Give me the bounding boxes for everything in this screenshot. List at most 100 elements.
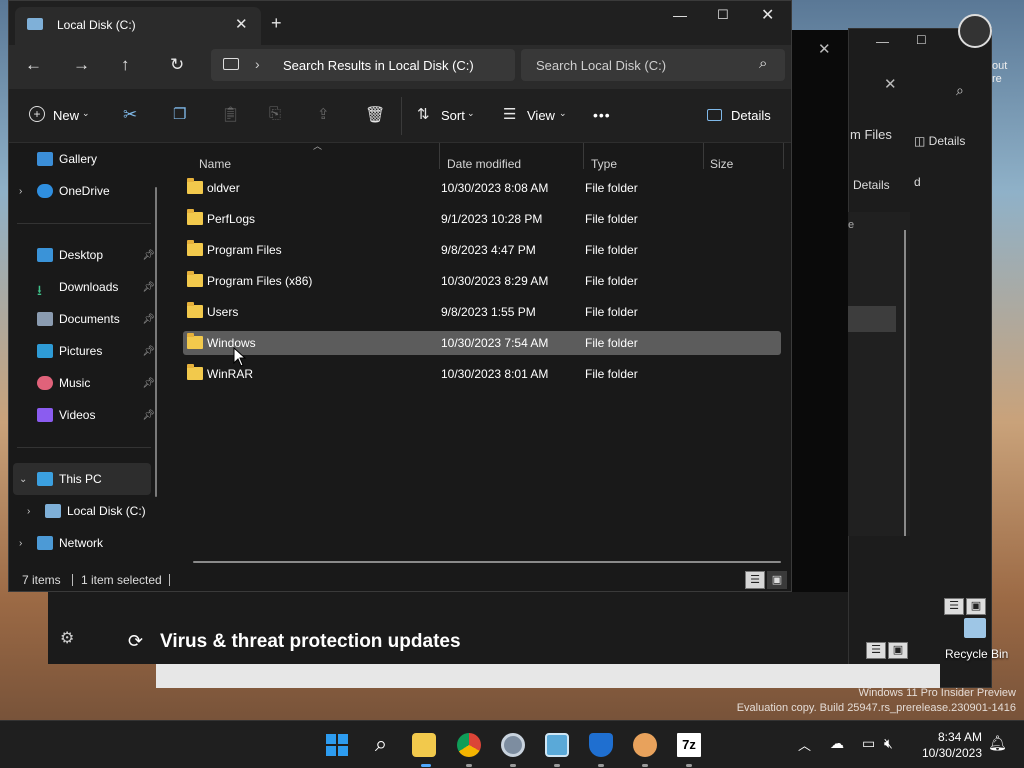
details-pane-icon[interactable] [707, 109, 722, 121]
sidebar-item-videos[interactable]: Videos 📌︎ [9, 399, 159, 431]
bg-details-button[interactable]: ◫ Details [914, 134, 965, 148]
tab-close-icon[interactable]: ✕ [235, 15, 248, 33]
new-tab-button[interactable]: + [271, 13, 282, 34]
help-icon[interactable] [958, 14, 992, 48]
settings-icon[interactable] [501, 733, 525, 757]
recycle-bin-label[interactable]: Recycle Bin [945, 647, 1008, 661]
horizontal-scrollbar[interactable] [193, 561, 781, 563]
sidebar-item-network[interactable]: › Network [9, 527, 159, 559]
tab-local-disk[interactable]: Local Disk (C:) ✕ [15, 7, 261, 45]
chrome-icon[interactable] [457, 733, 481, 757]
recycle-bin-icon[interactable] [960, 616, 990, 640]
bg-details-view-icon-2[interactable]: ☰ [866, 642, 886, 659]
sidebar-item-this-pc[interactable]: ⌄ This PC [13, 463, 151, 495]
breadcrumb-chevron-icon[interactable]: › [255, 56, 260, 72]
bg-search-icon[interactable]: ⌕ [956, 82, 964, 99]
expand-chevron-icon[interactable]: › [19, 186, 37, 197]
onedrive-tray-icon[interactable]: ☁ [830, 735, 844, 752]
file-explorer-icon[interactable] [412, 733, 436, 757]
view-chevron-down-icon[interactable]: ⌄ [559, 108, 567, 119]
expand-chevron-icon[interactable]: › [19, 538, 37, 549]
details-view-icon[interactable]: ☰ [745, 571, 765, 589]
sidebar-item-pictures[interactable]: Pictures 📌︎ [9, 335, 159, 367]
settings-gear-icon[interactable]: ⚙ [60, 628, 74, 648]
paste-icon[interactable]: 📋︎ [221, 105, 240, 123]
search-icon[interactable]: ⌕ [369, 733, 393, 757]
address-bar[interactable]: › Search Results in Local Disk (C:) [211, 49, 515, 81]
search-input[interactable]: Search Local Disk (C:) [536, 58, 666, 73]
column-divider[interactable] [439, 143, 440, 169]
new-button[interactable]: New [53, 108, 79, 123]
sort-chevron-down-icon[interactable]: ⌄ [467, 108, 475, 119]
bg-tiles-view-icon-2[interactable]: ▣ [888, 642, 908, 659]
documents-icon [37, 312, 53, 326]
column-header-date[interactable]: Date modified [447, 151, 521, 177]
bg-tiles-view-icon[interactable]: ▣ [966, 598, 986, 615]
bg-minimize-icon[interactable]: — [876, 34, 889, 49]
sidebar-item-downloads[interactable]: ⭳ Downloads 📌︎ [9, 271, 159, 303]
table-row[interactable]: Program Files 9/8/2023 4:47 PM File folder [183, 238, 781, 262]
up-arrow-icon[interactable]: ↑ [121, 55, 130, 75]
view-button[interactable]: View [527, 108, 555, 123]
show-hidden-icons-chevron[interactable]: ︿ [798, 735, 811, 754]
collapse-chevron-icon[interactable]: ⌄ [19, 474, 37, 485]
cut-icon[interactable]: ✂ [123, 105, 137, 125]
remote-desktop-icon[interactable] [545, 733, 569, 757]
breadcrumb[interactable]: Search Results in Local Disk (C:) [283, 58, 474, 73]
table-row[interactable]: WinRAR 10/30/2023 8:01 AM File folder [183, 362, 781, 386]
table-row-selected[interactable]: Windows 10/30/2023 7:54 AM File folder [183, 331, 781, 355]
system-clock[interactable]: 8:34 AM 10/30/2023 [922, 729, 982, 761]
column-divider[interactable] [703, 143, 704, 169]
rename-icon[interactable]: ⎘ [269, 105, 281, 122]
table-row[interactable]: oldver 10/30/2023 8:08 AM File folder [183, 176, 781, 200]
volume-muted-icon[interactable]: 🔇︎ [884, 735, 893, 752]
sidebar-item-music[interactable]: Music 📌︎ [9, 367, 159, 399]
view-icon[interactable]: ☰ [503, 105, 516, 123]
defender-icon[interactable] [589, 733, 613, 757]
more-options-icon[interactable]: ••• [593, 107, 611, 123]
dark-window-close-icon[interactable]: ✕ [818, 40, 831, 58]
new-plus-icon[interactable]: + [29, 106, 45, 122]
close-window-icon[interactable]: ✕ [761, 5, 774, 25]
column-header-size[interactable]: Size [710, 151, 733, 177]
expand-chevron-icon[interactable]: › [27, 506, 45, 517]
details-pane-button[interactable]: Details [731, 108, 771, 123]
app-icon[interactable] [633, 733, 657, 757]
large-icons-view-icon[interactable]: ▣ [767, 571, 787, 589]
sort-icon[interactable]: ⇅ [417, 105, 430, 123]
notification-bell-icon[interactable]: 🔔︎ [988, 734, 1007, 752]
table-row[interactable]: PerfLogs 9/1/2023 10:28 PM File folder [183, 207, 781, 231]
delete-trash-icon[interactable]: 🗑︎ [365, 105, 385, 125]
bg-scrollbar[interactable] [904, 230, 906, 536]
column-divider[interactable] [583, 143, 584, 169]
column-divider[interactable] [783, 143, 784, 169]
back-arrow-icon[interactable]: ← [25, 55, 42, 75]
refresh-icon[interactable]: ↻ [170, 55, 184, 75]
table-row[interactable]: Users 9/8/2023 1:55 PM File folder [183, 300, 781, 324]
column-header-name[interactable]: Name [199, 151, 231, 177]
copy-icon[interactable]: ❐ [173, 105, 186, 123]
bg-maximize-icon[interactable]: ☐ [916, 33, 927, 47]
maximize-icon[interactable]: ☐ [717, 7, 729, 23]
new-chevron-down-icon[interactable]: ⌄ [82, 108, 90, 119]
share-icon[interactable]: ⇪ [317, 105, 330, 123]
table-row[interactable]: Program Files (x86) 10/30/2023 8:29 AM Fil… [183, 269, 781, 293]
minimize-icon[interactable]: — [673, 7, 687, 23]
search-icon[interactable]: ⌕ [759, 55, 767, 72]
sidebar-item-local-disk[interactable]: › Local Disk (C:) [17, 495, 167, 527]
sidebar-item-onedrive[interactable]: › OneDrive [9, 175, 159, 207]
sidebar-item-gallery[interactable]: Gallery [9, 143, 159, 175]
bg-close-icon-2[interactable]: ✕ [884, 75, 897, 93]
search-box[interactable]: Search Local Disk (C:) ⌕ [521, 49, 785, 81]
bg-details-button-2[interactable]: Details [853, 178, 890, 192]
sort-button[interactable]: Sort [441, 108, 465, 123]
network-tray-icon[interactable]: ▭ [862, 735, 875, 752]
nav-scrollbar[interactable] [155, 187, 157, 497]
sidebar-item-desktop[interactable]: Desktop 📌︎ [9, 239, 159, 271]
start-icon[interactable] [325, 733, 349, 757]
forward-arrow-icon[interactable]: → [73, 55, 90, 75]
bg-details-view-icon[interactable]: ☰ [944, 598, 964, 615]
column-header-type[interactable]: Type [591, 151, 617, 177]
7zip-icon[interactable]: 7z [677, 733, 701, 757]
sidebar-item-documents[interactable]: Documents 📌︎ [9, 303, 159, 335]
